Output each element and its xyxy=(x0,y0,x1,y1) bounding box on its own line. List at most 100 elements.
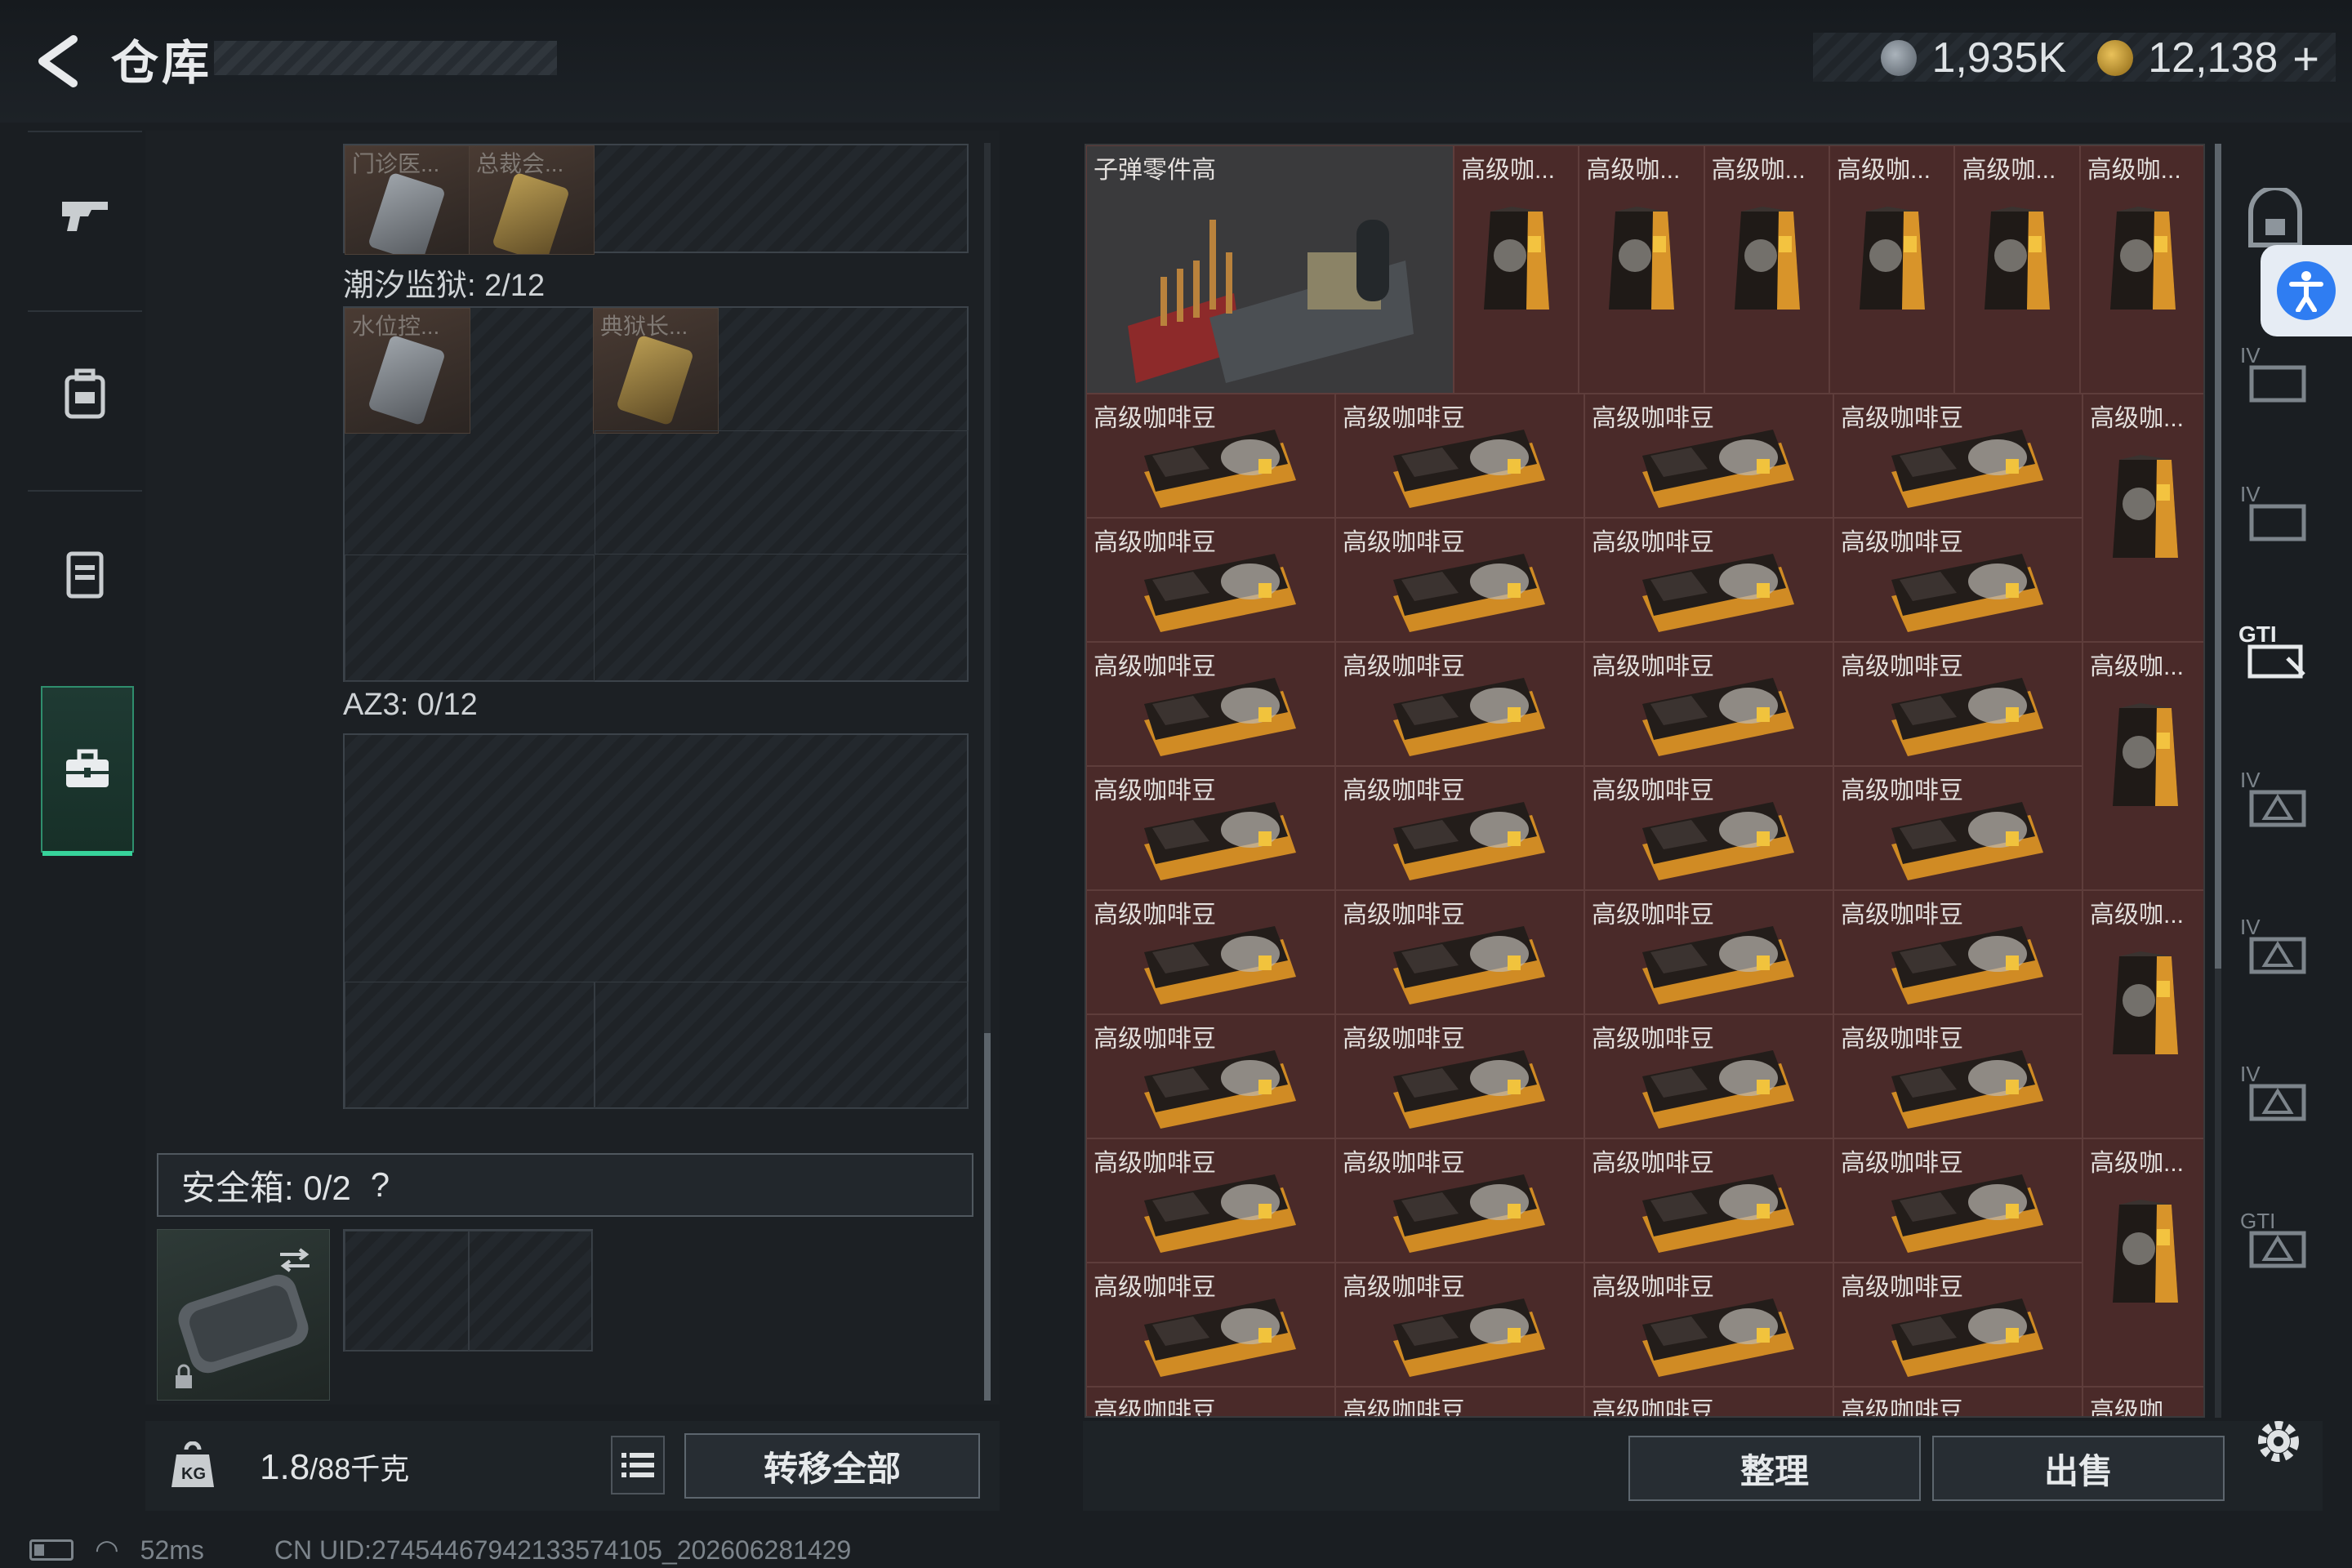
help-icon[interactable]: ? xyxy=(371,1165,390,1205)
stash-item[interactable]: 高级咖啡豆 xyxy=(1335,1263,1584,1387)
stash-item[interactable]: 高级咖... xyxy=(1954,145,2080,394)
stash-item[interactable]: 高级咖... xyxy=(1829,145,1955,394)
sell-button[interactable]: 出售 xyxy=(1932,1436,2225,1501)
add-currency-button[interactable]: + xyxy=(2292,32,2319,85)
stash-tab-2[interactable]: IV xyxy=(2230,327,2321,425)
safe-box-item[interactable] xyxy=(157,1229,330,1401)
stash-item[interactable]: 高级咖啡豆 xyxy=(1584,1138,1833,1263)
stash-item[interactable]: 高级咖啡豆 xyxy=(1833,394,2082,518)
stash-item[interactable]: 高级咖... xyxy=(2082,394,2203,642)
ammo-parts-icon xyxy=(1111,187,1430,391)
stash-item[interactable]: 高级咖啡豆 xyxy=(1584,1014,1833,1138)
sort-button[interactable]: 整理 xyxy=(1628,1436,1921,1501)
stash-item[interactable]: 高级咖啡豆 xyxy=(1833,1138,2082,1263)
stash-item[interactable]: 高级咖啡豆 xyxy=(1086,642,1335,766)
stash-item[interactable]: 高级咖啡豆 xyxy=(1335,394,1584,518)
keycard-item[interactable]: 门诊医... xyxy=(345,145,470,255)
scrollbar-thumb[interactable] xyxy=(984,1033,991,1401)
stash-item[interactable]: 高级咖啡豆 xyxy=(1086,1138,1335,1263)
stash-scrollbar[interactable] xyxy=(2215,144,2221,1418)
nav-toolbox[interactable] xyxy=(41,686,134,856)
coffee-bag-icon xyxy=(1136,920,1299,1009)
grid-slot[interactable] xyxy=(345,982,595,1109)
stash-item[interactable]: 高级咖... xyxy=(2082,890,2203,1138)
stash-item[interactable]: 高级咖啡豆 xyxy=(1335,1138,1584,1263)
stash-item[interactable]: 高级咖啡豆 xyxy=(1584,1387,1833,1416)
safe-box-slots xyxy=(343,1229,593,1352)
stash-item[interactable]: 高级咖啡豆 xyxy=(1335,518,1584,642)
keycard-item[interactable]: 典狱长... xyxy=(593,308,719,434)
stash-tab-7[interactable]: IV xyxy=(2230,1045,2321,1143)
stash-item[interactable]: 高级咖啡豆 xyxy=(1335,1014,1584,1138)
stash-tab-5[interactable]: IV xyxy=(2230,751,2321,849)
stash-item[interactable]: 高级咖啡豆 xyxy=(1584,890,1833,1014)
grid-slot[interactable] xyxy=(345,555,595,682)
stash-item[interactable]: 高级咖... xyxy=(1454,145,1579,394)
stash-item[interactable]: 高级咖啡豆 xyxy=(1086,518,1335,642)
coffee-bag-icon xyxy=(1883,795,2047,885)
stash-item[interactable]: 高级咖啡豆 xyxy=(1584,642,1833,766)
transfer-all-button[interactable]: 转移全部 xyxy=(684,1433,980,1499)
stash-item[interactable]: 高级咖啡豆 xyxy=(1335,766,1584,890)
stash-item[interactable]: 高级咖啡豆 xyxy=(1086,766,1335,890)
item-name: 高级咖... xyxy=(2087,157,2181,184)
stash-item[interactable]: 高级咖啡豆 xyxy=(1584,1263,1833,1387)
keycard-item[interactable]: 总裁会... xyxy=(469,145,595,255)
stash-item[interactable]: 高级咖啡豆 xyxy=(1833,1387,2082,1416)
stash-item[interactable]: 高级咖啡豆 xyxy=(1335,890,1584,1014)
coffee-bag-icon xyxy=(1634,1168,1797,1258)
stash-tab-active[interactable]: GTI xyxy=(2230,604,2321,702)
list-view-button[interactable] xyxy=(611,1436,665,1494)
svg-text:GTI: GTI xyxy=(2240,1209,2275,1233)
grid-slot[interactable] xyxy=(469,1231,593,1352)
stash-item[interactable]: 高级咖啡豆 xyxy=(1086,1387,1335,1418)
back-arrow-icon[interactable] xyxy=(23,24,96,98)
stash-item[interactable]: 高级咖啡豆 xyxy=(1833,518,2082,642)
stash-item[interactable]: 高级咖... xyxy=(1579,145,1704,394)
stash-item[interactable]: 高级咖啡豆 xyxy=(1086,1014,1335,1138)
nav-vest[interactable] xyxy=(28,490,142,655)
stash-item[interactable]: 高级咖... xyxy=(2082,642,2203,890)
settings-gear-icon[interactable] xyxy=(2246,1409,2311,1474)
item-name: 高级咖啡豆 xyxy=(1094,1398,1216,1418)
grid-slot[interactable] xyxy=(595,982,969,1109)
stash-item[interactable]: 高级咖啡豆 xyxy=(1584,766,1833,890)
nav-backpack[interactable] xyxy=(28,310,142,475)
scrollbar-thumb[interactable] xyxy=(2215,144,2221,969)
nav-weapons[interactable] xyxy=(28,131,142,296)
stash-item[interactable]: 高级咖啡豆 xyxy=(1833,766,2082,890)
currency-gold-amount: 12,138 xyxy=(2148,34,2278,82)
stash-item[interactable]: 高级咖啡豆 xyxy=(1833,1014,2082,1138)
stash-item[interactable]: 高级咖啡豆 xyxy=(1086,394,1335,518)
stash-item[interactable]: 高级咖啡豆 xyxy=(1833,890,2082,1014)
accessibility-button[interactable] xyxy=(2261,245,2352,336)
stash-item[interactable]: 高级咖啡豆 xyxy=(1335,1387,1584,1416)
container-3-grid xyxy=(343,733,969,1109)
coffee-bag-icon xyxy=(1883,547,2047,637)
stash-item[interactable]: 高级咖... xyxy=(2082,1387,2203,1416)
stash-tab-3[interactable]: IV xyxy=(2230,466,2321,564)
stash-item[interactable]: 高级咖啡豆 xyxy=(1833,1263,2082,1387)
stash-item[interactable]: 高级咖... xyxy=(2082,1138,2203,1387)
uid-readout: CN UID:274544679421335741​05_20260628142… xyxy=(274,1535,852,1565)
stash-tab-6[interactable]: IV xyxy=(2230,898,2321,996)
keycard-item[interactable]: 水位控... xyxy=(345,308,470,434)
stash-item[interactable]: 高级咖啡豆 xyxy=(1584,394,1833,518)
keycard-icon xyxy=(368,334,446,426)
stash-item[interactable]: 子弹零件高 xyxy=(1086,145,1454,394)
coffee-bag-icon xyxy=(1385,547,1548,637)
silver-coin-icon xyxy=(1881,40,1918,76)
stash-item[interactable]: 高级咖啡豆 xyxy=(1086,890,1335,1014)
backpack-scrollbar[interactable] xyxy=(984,143,991,1401)
stash-item[interactable]: 高级咖啡豆 xyxy=(1833,642,2082,766)
grid-slot[interactable] xyxy=(595,430,969,555)
grid-slot[interactable] xyxy=(345,1231,469,1352)
stash-item[interactable]: 高级咖... xyxy=(1704,145,1829,394)
stash-item[interactable]: 高级咖啡豆 xyxy=(1335,642,1584,766)
svg-text:IV: IV xyxy=(2240,343,2261,368)
stash-item[interactable]: 高级咖啡豆 xyxy=(1086,1263,1335,1387)
stash-tab-8[interactable]: GTI xyxy=(2230,1192,2321,1290)
coffee-bag-icon xyxy=(1730,203,1805,318)
stash-item[interactable]: 高级咖啡豆 xyxy=(1584,518,1833,642)
stash-item[interactable]: 高级咖... xyxy=(2079,145,2203,394)
